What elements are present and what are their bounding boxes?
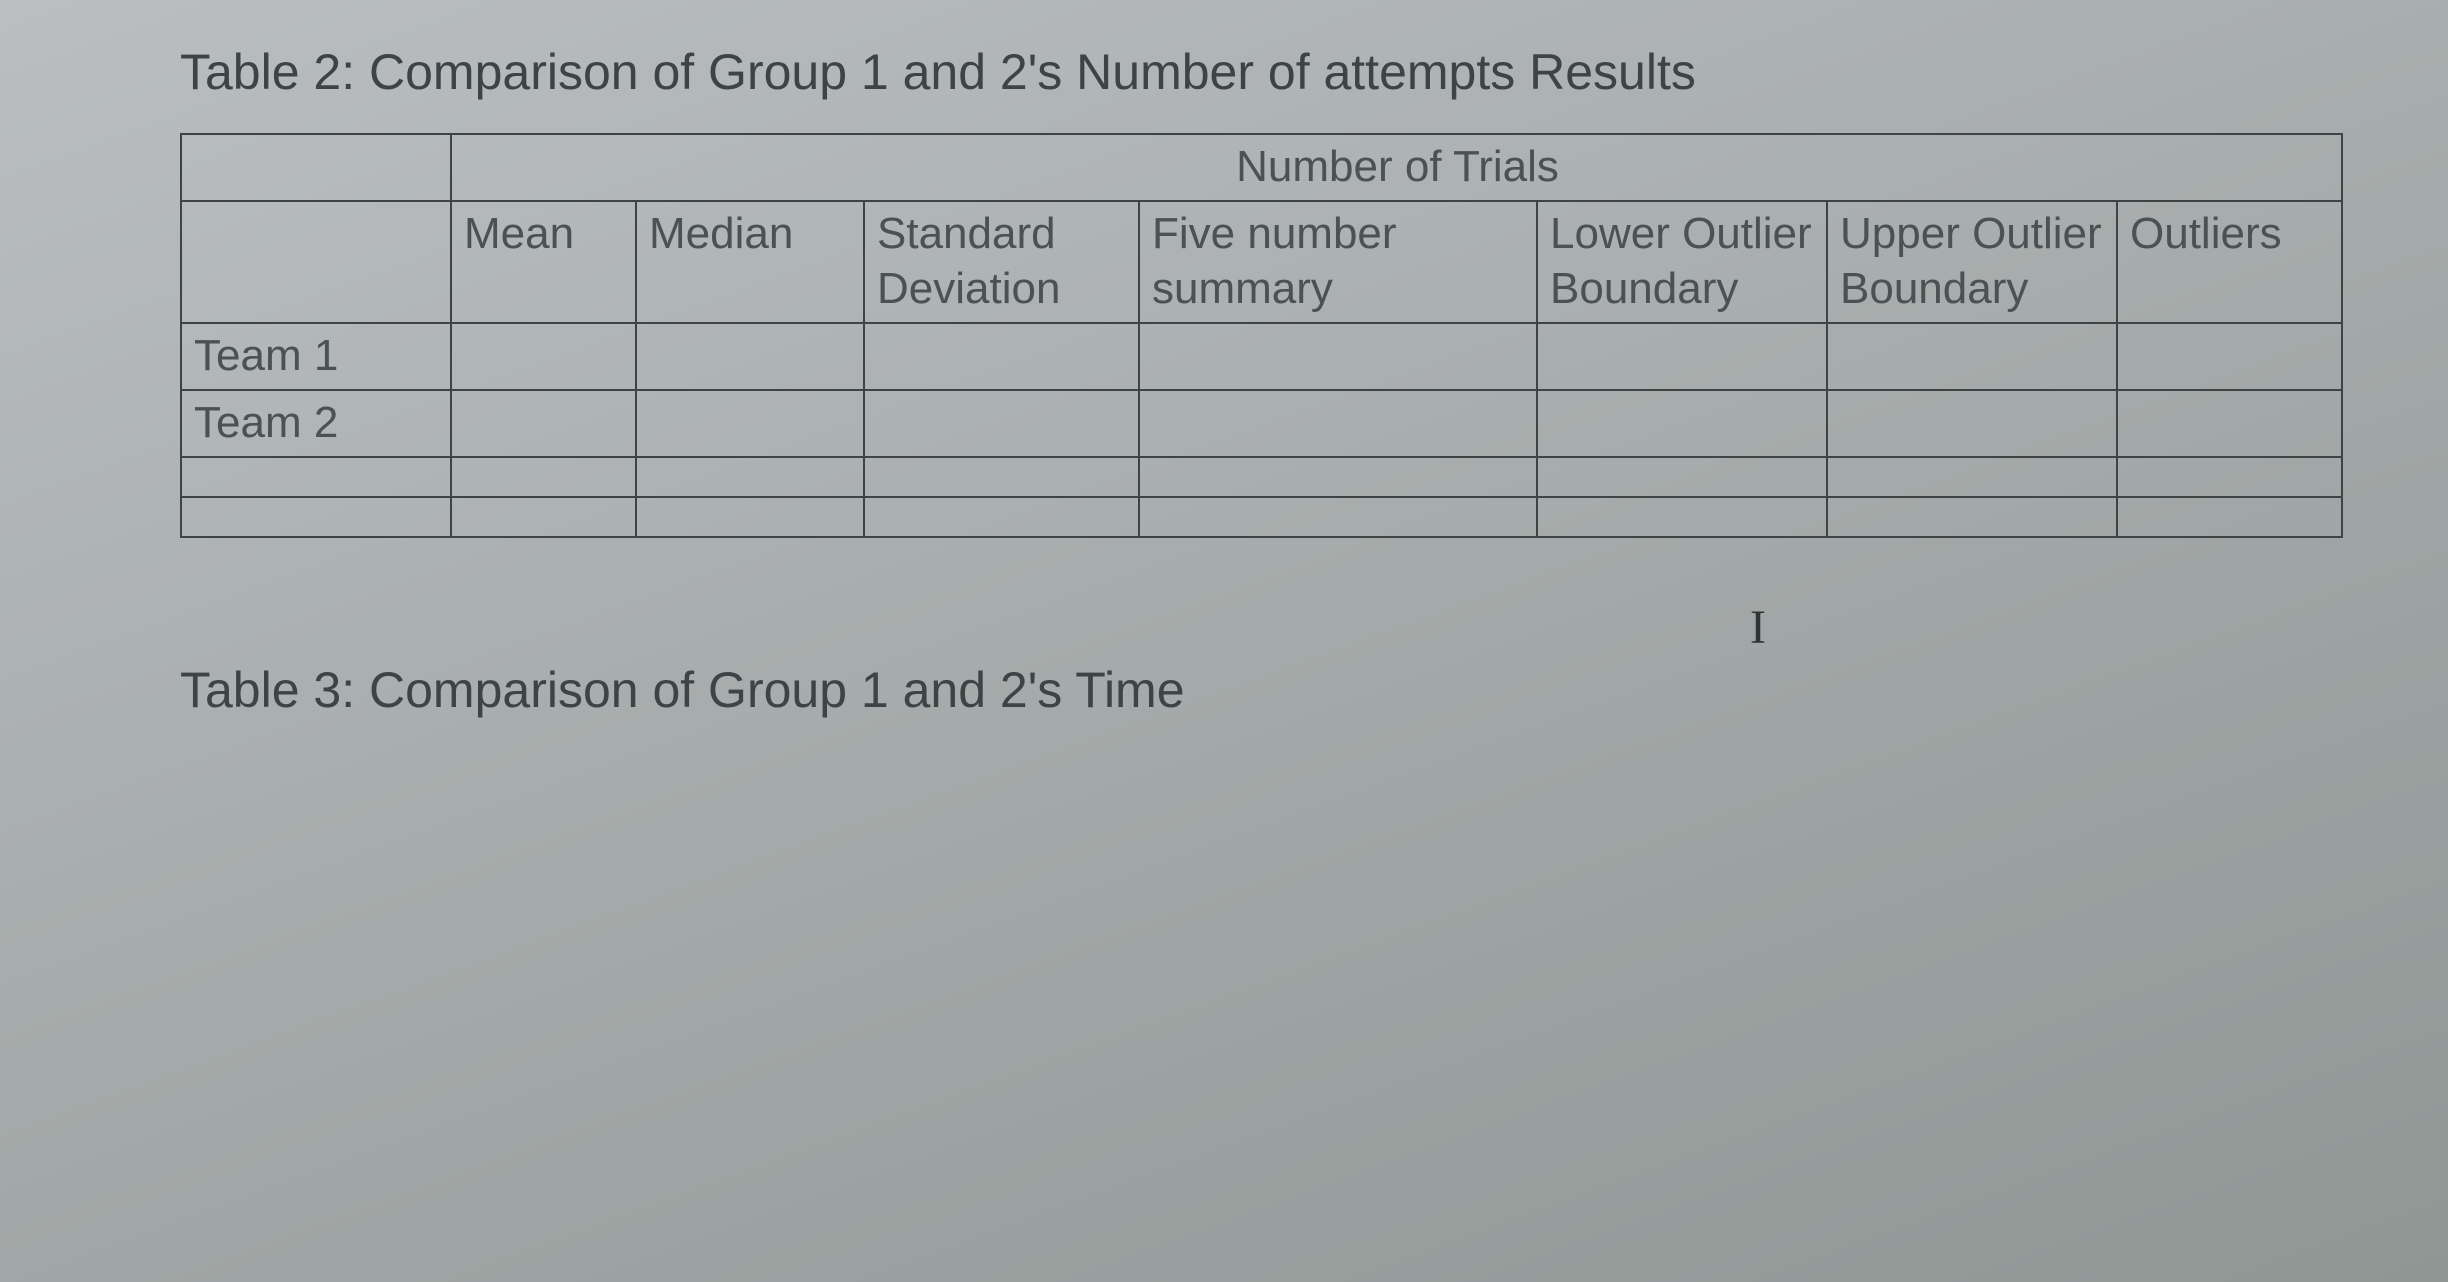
cell-median[interactable] bbox=[636, 497, 864, 537]
row-label bbox=[181, 497, 451, 537]
table-row[interactable] bbox=[181, 497, 2342, 537]
table2-corner-cell bbox=[181, 134, 451, 201]
cell-std[interactable] bbox=[864, 497, 1139, 537]
cell-outliers[interactable] bbox=[2117, 390, 2342, 457]
cell-five[interactable] bbox=[1139, 457, 1537, 497]
cell-mean[interactable] bbox=[451, 497, 636, 537]
col-five: Five number summary bbox=[1139, 201, 1537, 323]
cell-std[interactable] bbox=[864, 457, 1139, 497]
cell-upper[interactable] bbox=[1827, 497, 2117, 537]
cell-upper[interactable] bbox=[1827, 390, 2117, 457]
table2: Number of Trials Mean Median Standard De… bbox=[180, 133, 2343, 538]
table3-title: Table 3: Comparison of Group 1 and 2's T… bbox=[180, 658, 2278, 723]
col-mean: Mean bbox=[451, 201, 636, 323]
cell-median[interactable] bbox=[636, 323, 864, 390]
cell-lower[interactable] bbox=[1537, 497, 1827, 537]
cell-five[interactable] bbox=[1139, 323, 1537, 390]
cell-std[interactable] bbox=[864, 323, 1139, 390]
cell-upper[interactable] bbox=[1827, 457, 2117, 497]
col-upper: Upper Outlier Boundary bbox=[1827, 201, 2117, 323]
table2-column-header-row: Mean Median Standard Deviation Five numb… bbox=[181, 201, 2342, 323]
document-page: Table 2: Comparison of Group 1 and 2's N… bbox=[0, 0, 2448, 791]
cell-outliers[interactable] bbox=[2117, 457, 2342, 497]
cell-median[interactable] bbox=[636, 457, 864, 497]
row-label: Team 1 bbox=[181, 323, 451, 390]
table2-title: Table 2: Comparison of Group 1 and 2's N… bbox=[180, 40, 2278, 105]
cell-outliers[interactable] bbox=[2117, 497, 2342, 537]
cell-five[interactable] bbox=[1139, 390, 1537, 457]
cell-std[interactable] bbox=[864, 390, 1139, 457]
col-lower: Lower Outlier Boundary bbox=[1537, 201, 1827, 323]
col-median: Median bbox=[636, 201, 864, 323]
cell-lower[interactable] bbox=[1537, 457, 1827, 497]
cell-five[interactable] bbox=[1139, 497, 1537, 537]
cell-mean[interactable] bbox=[451, 457, 636, 497]
row-label bbox=[181, 457, 451, 497]
table2-group-header-row: Number of Trials bbox=[181, 134, 2342, 201]
cell-lower[interactable] bbox=[1537, 323, 1827, 390]
cell-median[interactable] bbox=[636, 390, 864, 457]
table2-rowlabel-header bbox=[181, 201, 451, 323]
cell-mean[interactable] bbox=[451, 390, 636, 457]
cell-outliers[interactable] bbox=[2117, 323, 2342, 390]
cell-mean[interactable] bbox=[451, 323, 636, 390]
text-cursor-icon: I bbox=[1750, 600, 1766, 655]
table2-group-header: Number of Trials bbox=[451, 134, 2342, 201]
cell-upper[interactable] bbox=[1827, 323, 2117, 390]
table-row[interactable] bbox=[181, 457, 2342, 497]
row-label: Team 2 bbox=[181, 390, 451, 457]
col-std: Standard Deviation bbox=[864, 201, 1139, 323]
col-outliers: Outliers bbox=[2117, 201, 2342, 323]
cell-lower[interactable] bbox=[1537, 390, 1827, 457]
table-row[interactable]: Team 1 bbox=[181, 323, 2342, 390]
table-row[interactable]: Team 2 bbox=[181, 390, 2342, 457]
